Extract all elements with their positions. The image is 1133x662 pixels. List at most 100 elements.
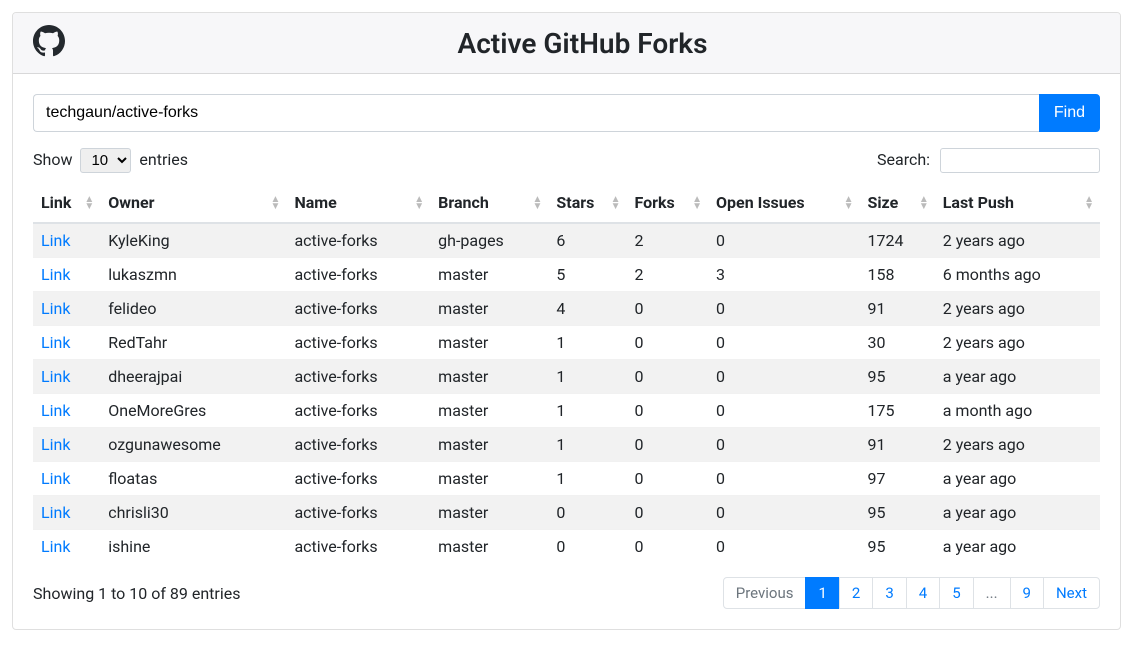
- table-cell: 95: [859, 496, 934, 530]
- table-cell: 0: [627, 394, 709, 428]
- table-cell: 2: [627, 223, 709, 258]
- table-cell: active-forks: [286, 530, 430, 564]
- table-cell: master: [430, 292, 548, 326]
- repo-link[interactable]: Link: [41, 401, 70, 420]
- page-title: Active GitHub Forks: [65, 27, 1100, 60]
- table-row: Linkchrisli30active-forksmaster00095a ye…: [33, 496, 1100, 530]
- page-2[interactable]: 2: [839, 577, 873, 609]
- table-cell: 95: [859, 530, 934, 564]
- table-row: Linkfloatasactive-forksmaster10097a year…: [33, 462, 1100, 496]
- sort-icon: ▲▼: [533, 196, 543, 210]
- page-4[interactable]: 4: [906, 577, 940, 609]
- table-cell: Link: [33, 258, 100, 292]
- table-cell: Link: [33, 292, 100, 326]
- table-cell: active-forks: [286, 428, 430, 462]
- table-cell: 158: [859, 258, 934, 292]
- table-cell: Link: [33, 428, 100, 462]
- column-header-open-issues[interactable]: Open Issues▲▼: [708, 183, 859, 223]
- table-cell: Link: [33, 360, 100, 394]
- github-icon: [33, 25, 65, 61]
- table-cell: 0: [627, 428, 709, 462]
- page-1[interactable]: 1: [805, 577, 839, 609]
- table-cell: 0: [627, 360, 709, 394]
- table-row: Linkfelideoactive-forksmaster400912 year…: [33, 292, 1100, 326]
- table-cell: KyleKing: [100, 223, 286, 258]
- table-cell: master: [430, 360, 548, 394]
- table-cell: a year ago: [935, 360, 1100, 394]
- table-cell: 2 years ago: [935, 326, 1100, 360]
- table-info: Showing 1 to 10 of 89 entries: [33, 584, 240, 603]
- table-cell: 0: [708, 462, 859, 496]
- table-cell: 1: [548, 326, 626, 360]
- table-cell: 2 years ago: [935, 223, 1100, 258]
- search-input[interactable]: [940, 148, 1100, 173]
- repo-link[interactable]: Link: [41, 333, 70, 352]
- column-header-stars[interactable]: Stars▲▼: [548, 183, 626, 223]
- table-cell: lukaszmn: [100, 258, 286, 292]
- table-cell: felideo: [100, 292, 286, 326]
- sort-icon: ▲▼: [844, 196, 854, 210]
- table-row: Linkozgunawesomeactive-forksmaster100912…: [33, 428, 1100, 462]
- table-cell: Link: [33, 462, 100, 496]
- repo-link[interactable]: Link: [41, 503, 70, 522]
- repo-link[interactable]: Link: [41, 537, 70, 556]
- table-cell: master: [430, 326, 548, 360]
- table-cell: master: [430, 428, 548, 462]
- next-button[interactable]: Next: [1043, 577, 1100, 609]
- main-card: Active GitHub Forks Find Show 10 entries…: [12, 12, 1121, 630]
- sort-icon: ▲▼: [692, 196, 702, 210]
- repo-link[interactable]: Link: [41, 231, 70, 250]
- page-size-select[interactable]: 10: [80, 148, 131, 173]
- repo-link[interactable]: Link: [41, 469, 70, 488]
- repo-link[interactable]: Link: [41, 435, 70, 454]
- search-label: Search:: [877, 150, 930, 169]
- forks-table: Link▲▼Owner▲▼Name▲▼Branch▲▼Stars▲▼Forks▲…: [33, 183, 1100, 563]
- prev-button: Previous: [723, 577, 807, 609]
- table-cell: active-forks: [286, 326, 430, 360]
- table-cell: active-forks: [286, 394, 430, 428]
- table-cell: 30: [859, 326, 934, 360]
- column-header-last-push[interactable]: Last Push▲▼: [935, 183, 1100, 223]
- table-cell: 91: [859, 428, 934, 462]
- table-cell: master: [430, 394, 548, 428]
- table-cell: 4: [548, 292, 626, 326]
- find-button[interactable]: Find: [1039, 94, 1100, 132]
- repo-link[interactable]: Link: [41, 367, 70, 386]
- table-cell: active-forks: [286, 258, 430, 292]
- table-cell: floatas: [100, 462, 286, 496]
- table-cell: active-forks: [286, 292, 430, 326]
- sort-icon: ▲▼: [611, 196, 621, 210]
- column-header-name[interactable]: Name▲▼: [286, 183, 430, 223]
- page-3[interactable]: 3: [872, 577, 906, 609]
- table-cell: 2: [627, 258, 709, 292]
- column-header-forks[interactable]: Forks▲▼: [627, 183, 709, 223]
- column-header-owner[interactable]: Owner▲▼: [100, 183, 286, 223]
- table-cell: Link: [33, 496, 100, 530]
- pagination: Previous12345...9Next: [723, 577, 1100, 609]
- sort-icon: ▲▼: [414, 196, 424, 210]
- table-cell: 6 months ago: [935, 258, 1100, 292]
- page-9[interactable]: 9: [1010, 577, 1044, 609]
- column-header-size[interactable]: Size▲▼: [859, 183, 934, 223]
- repo-input[interactable]: [33, 94, 1039, 132]
- search-control: Search:: [877, 148, 1100, 173]
- table-cell: 0: [548, 530, 626, 564]
- column-header-branch[interactable]: Branch▲▼: [430, 183, 548, 223]
- table-cell: 0: [708, 360, 859, 394]
- table-cell: 97: [859, 462, 934, 496]
- column-header-link[interactable]: Link▲▼: [33, 183, 100, 223]
- repo-link[interactable]: Link: [41, 299, 70, 318]
- table-row: LinkOneMoreGresactive-forksmaster100175a…: [33, 394, 1100, 428]
- table-cell: 95: [859, 360, 934, 394]
- table-row: Linkdheerajpaiactive-forksmaster10095a y…: [33, 360, 1100, 394]
- table-cell: 0: [708, 292, 859, 326]
- table-cell: master: [430, 258, 548, 292]
- table-cell: a year ago: [935, 530, 1100, 564]
- table-cell: active-forks: [286, 223, 430, 258]
- page-5[interactable]: 5: [939, 577, 973, 609]
- table-cell: ishine: [100, 530, 286, 564]
- table-cell: active-forks: [286, 496, 430, 530]
- repo-link[interactable]: Link: [41, 265, 70, 284]
- entries-label: entries: [139, 150, 188, 169]
- table-cell: OneMoreGres: [100, 394, 286, 428]
